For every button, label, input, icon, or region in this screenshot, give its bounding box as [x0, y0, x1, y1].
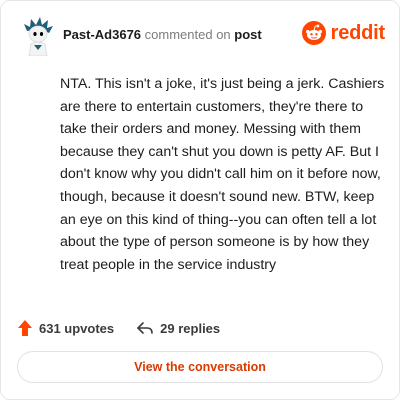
upvotes-count: 631 upvotes [39, 320, 115, 336]
reply-arrow-icon [137, 322, 153, 334]
upvote-arrow-icon [18, 320, 32, 336]
user-avatar-icon[interactable] [21, 16, 55, 57]
upvotes-stat[interactable]: 631 upvotes [17, 319, 114, 337]
replies-count: 29 replies [160, 320, 221, 336]
comment-stats: 631 upvotes 29 replies [17, 317, 220, 339]
username-link[interactable]: Past-Ad3676 [63, 27, 141, 42]
action-text: commented on [144, 27, 231, 42]
embedded-comment-card: Past-Ad3676 commented on post reddit NTA… [0, 0, 400, 400]
comment-meta: Past-Ad3676 commented on post [63, 27, 262, 42]
brand-wordmark: reddit [330, 21, 386, 44]
reddit-snoo-icon [301, 21, 326, 45]
view-conversation-button[interactable]: View the conversation [17, 351, 383, 383]
reddit-logo[interactable]: reddit [301, 19, 386, 47]
post-link[interactable]: post [234, 27, 261, 42]
comment-body: NTA. This isn't a joke, it's just being … [60, 76, 385, 273]
comment-header: Past-Ad3676 commented on post reddit [17, 15, 386, 57]
replies-stat[interactable]: 29 replies [136, 320, 220, 336]
